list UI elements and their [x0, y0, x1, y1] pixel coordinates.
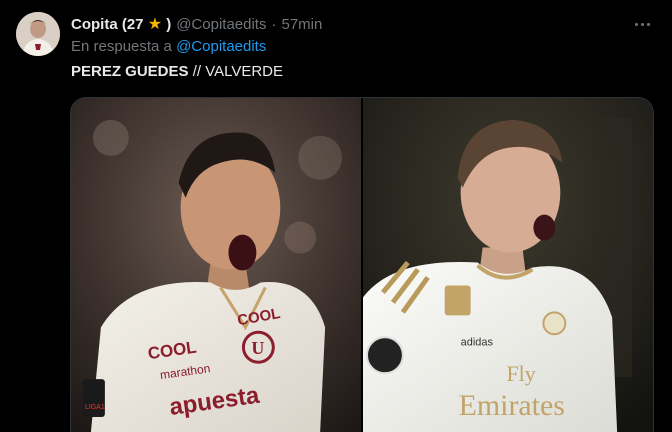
left-crest-text: U [251, 338, 264, 358]
avatar[interactable] [16, 12, 60, 56]
more-dot [640, 22, 644, 26]
tweet-text: PEREZ GUEDES // VALVERDE [71, 63, 283, 80]
tweet[interactable]: Copita (27 ★ ) @Copitaedits · 57min En r… [0, 0, 672, 432]
tweet-header: Copita (27 ★ ) @Copitaedits · 57min [71, 14, 322, 34]
display-name[interactable]: Copita (27 ★ ) [71, 16, 171, 33]
more-dot [634, 22, 638, 26]
photo-left[interactable]: COOL COOL marathon U apuesta LIGA1 [71, 98, 361, 432]
reply-mention-link[interactable]: @Copitaedits [176, 38, 266, 55]
player-photo-left: COOL COOL marathon U apuesta LIGA1 [71, 98, 361, 432]
star-icon: ★ [147, 15, 163, 33]
display-name-text: Copita (27 [71, 15, 144, 33]
reply-prefix: En respuesta a [71, 38, 172, 55]
reply-context: En respuesta a @Copitaedits [71, 38, 266, 55]
right-sponsor-line1: Fly [507, 361, 536, 386]
timestamp[interactable]: 57min [281, 16, 322, 33]
tweet-text-rest: // VALVERDE [188, 63, 284, 80]
separator-dot: · [271, 15, 277, 33]
avatar-image [16, 12, 60, 56]
display-name-close: ) [166, 15, 172, 33]
tweet-text-bold: PEREZ GUEDES [71, 63, 189, 80]
media-grid[interactable]: COOL COOL marathon U apuesta LIGA1 adida… [70, 97, 654, 432]
player-photo-right: adidas Fly Emirates [363, 98, 653, 432]
right-sponsor-line2: Emirates [459, 389, 565, 422]
more-dot [646, 22, 650, 26]
author-handle[interactable]: @Copitaedits [176, 16, 266, 33]
right-brand-text: adidas [461, 336, 494, 348]
left-sleeve-text: LIGA1 [85, 404, 105, 411]
photo-right[interactable]: adidas Fly Emirates [363, 98, 653, 432]
more-options-icon[interactable] [630, 12, 654, 36]
